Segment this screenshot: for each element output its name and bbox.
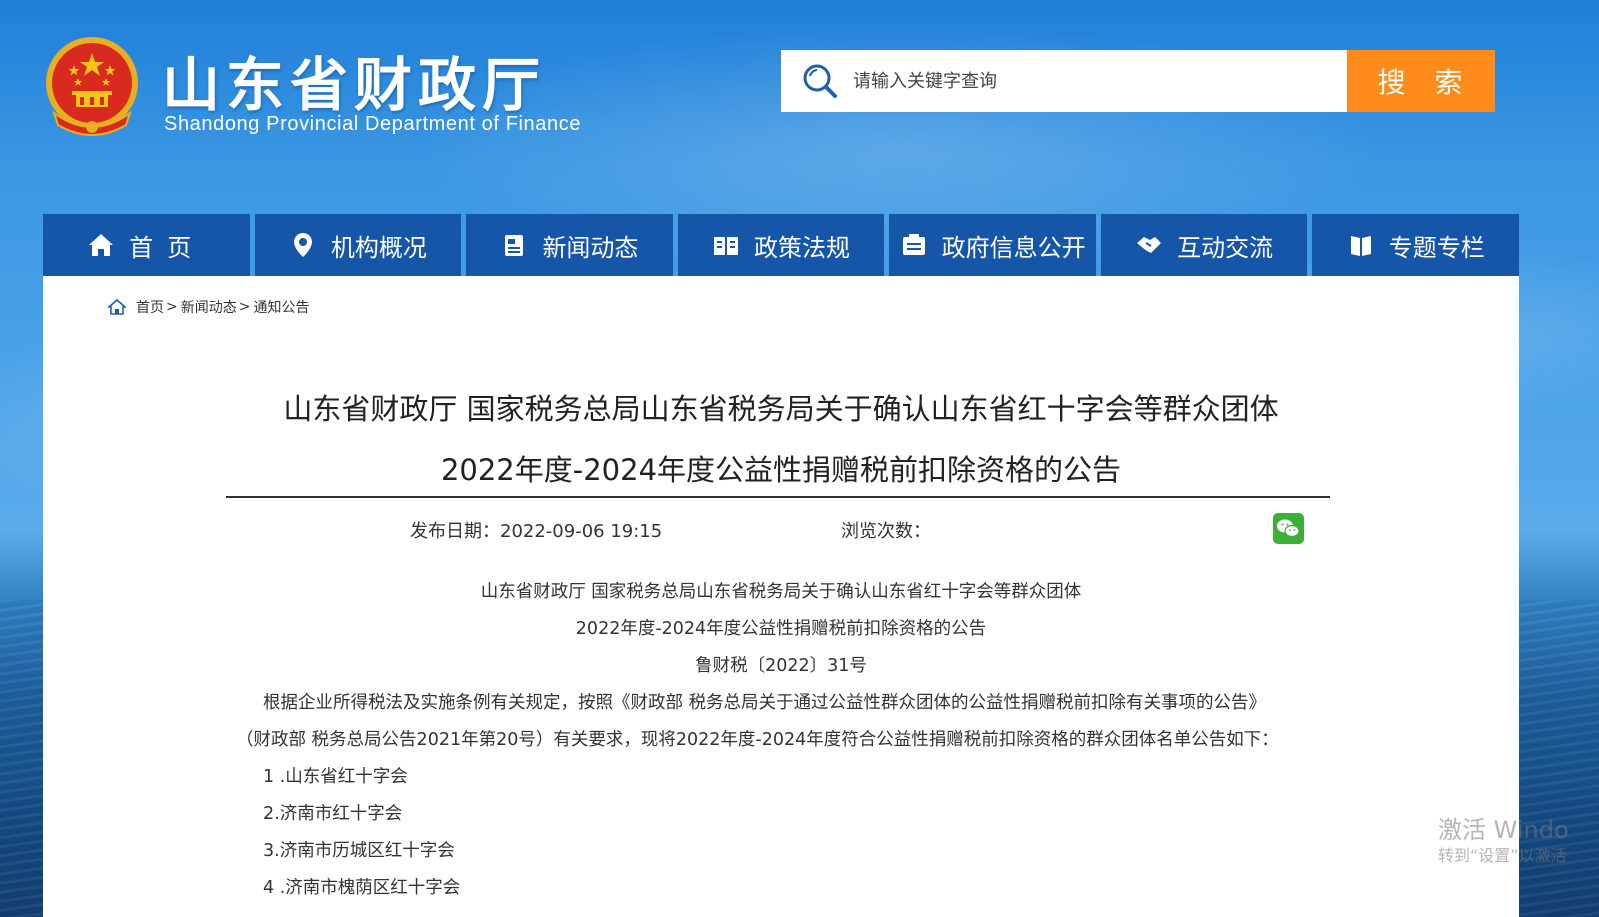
- nav-item-about[interactable]: 机构概况: [254, 214, 462, 276]
- publish-date: 发布日期：2022-09-06 19:15: [410, 521, 663, 542]
- breadcrumb-home-link[interactable]: 首页: [136, 297, 164, 317]
- nav-item-news[interactable]: 新闻动态: [466, 214, 673, 276]
- article-title-line2: 2022年度-2024年度公益性捐赠税前扣除资格的公告: [440, 453, 1122, 487]
- national-emblem-logo: [46, 37, 138, 136]
- main-nav: 首页 机构概况 新闻动态 政策法规 政府信息公开 互动交流 专题专栏: [43, 214, 1520, 276]
- body-heading-line1: 山东省财政厅 国家税务总局山东省税务局关于确认山东省红十字会等群众团体: [480, 582, 1082, 602]
- view-count: 浏览次数：: [841, 521, 931, 542]
- body-paragraph-line1: 根据企业所得税法及实施条例有关规定，按照《财政部 税务总局关于通过公益性群众团体…: [263, 693, 1267, 713]
- nav-item-topics[interactable]: 专题专栏: [1312, 214, 1520, 276]
- list-item: 1 .山东省红十字会: [263, 767, 408, 787]
- article-title-line1: 山东省财政厅 国家税务总局山东省税务局关于确认山东省红十字会等群众团体: [283, 392, 1279, 426]
- document-number: 鲁财税〔2022〕31号: [695, 656, 867, 676]
- content-panel: 首页 > 新闻动态 > 通知公告 山东省财政厅 国家税务总局山东省税务局关于确认…: [43, 276, 1519, 917]
- wechat-share-icon[interactable]: [1273, 513, 1304, 544]
- home-icon: [108, 299, 126, 315]
- home-icon: [89, 234, 114, 256]
- nav-item-gov-info[interactable]: 政府信息公开: [889, 214, 1096, 276]
- list-item: 3.济南市历城区红十字会: [263, 841, 455, 861]
- search-button[interactable]: 搜 索: [1347, 50, 1495, 112]
- title-divider: [226, 496, 1330, 498]
- search-icon[interactable]: [801, 62, 839, 100]
- search-box: [781, 50, 1347, 112]
- list-item: 4 .济南市槐荫区红十字会: [263, 878, 461, 898]
- nav-item-label: 互动交流: [1177, 233, 1274, 262]
- handshake-icon: [1137, 237, 1162, 253]
- newspaper-icon: [505, 235, 524, 256]
- list-item: 2.济南市红十字会: [263, 804, 403, 824]
- nav-item-label: 首页: [129, 233, 206, 262]
- nav-item-label: 政府信息公开: [941, 233, 1086, 262]
- nav-item-label: 专题专栏: [1388, 233, 1485, 262]
- nav-item-home[interactable]: 首页: [43, 214, 250, 276]
- activation-watermark-hint: 转到“设置”以激活: [1438, 846, 1567, 865]
- search-input[interactable]: [853, 61, 1347, 101]
- breadcrumb-separator: >: [238, 299, 251, 315]
- folder-icon: [902, 234, 925, 255]
- breadcrumb-notice-link[interactable]: 通知公告: [253, 297, 309, 317]
- nav-item-interaction[interactable]: 互动交流: [1100, 214, 1308, 276]
- breadcrumb: 首页 > 新闻动态 > 通知公告: [108, 297, 309, 317]
- nav-item-policy[interactable]: 政策法规: [677, 214, 885, 276]
- nav-item-label: 政策法规: [754, 233, 851, 262]
- breadcrumb-news-link[interactable]: 新闻动态: [181, 297, 237, 317]
- activation-watermark-title: 激活 Windo: [1438, 816, 1569, 844]
- body-heading-line2: 2022年度-2024年度公益性捐赠税前扣除资格的公告: [575, 619, 987, 639]
- site-subtitle: Shandong Provincial Department of Financ…: [164, 113, 582, 135]
- open-book-icon: [714, 237, 739, 255]
- nav-item-label: 新闻动态: [542, 233, 639, 262]
- nav-item-label: 机构概况: [330, 233, 427, 262]
- book-icon: [1350, 236, 1371, 256]
- site-title: 山东省财政厅: [162, 51, 547, 119]
- body-paragraph-line2: （财政部 税务总局公告2021年第20号）有关要求，现将2022年度-2024年…: [236, 730, 1279, 750]
- breadcrumb-separator: >: [166, 299, 178, 315]
- location-pin-icon: [293, 233, 312, 257]
